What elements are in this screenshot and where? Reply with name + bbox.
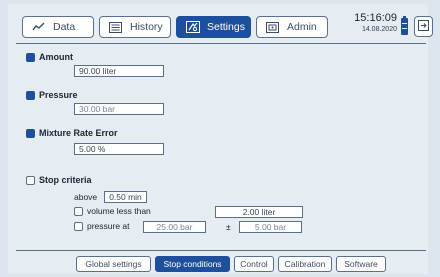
pressure-at-checkbox[interactable] [74, 221, 83, 231]
volume-option[interactable]: volume less than [74, 206, 151, 216]
tab-admin[interactable]: Admin [256, 16, 328, 38]
volume-checkbox[interactable] [74, 206, 83, 216]
tab-control[interactable]: Control [234, 256, 274, 272]
logout-icon [418, 18, 429, 36]
battery-icon [401, 16, 408, 35]
tolerance-symbol: ± [226, 222, 231, 232]
above-label: above [74, 192, 98, 202]
mixture-section[interactable]: Mixture Rate Error [26, 128, 118, 138]
list-icon [108, 21, 123, 34]
tab-global-settings[interactable]: Global settings [76, 256, 151, 272]
logout-button[interactable] [414, 16, 433, 37]
tolerance-input[interactable]: 5.00 bar [239, 221, 302, 233]
settings-screen [8, 4, 428, 274]
tab-settings[interactable]: Settings [176, 16, 251, 38]
stop-checkbox[interactable] [26, 175, 35, 185]
tab-history-label: History [130, 21, 163, 33]
amount-section[interactable]: Amount [26, 52, 73, 62]
admin-icon [265, 21, 280, 34]
chart-line-icon [31, 21, 46, 34]
above-input[interactable]: 0.50 min [104, 191, 147, 203]
status-clock: 15:16:09 14.08.2020 [353, 12, 397, 34]
pressure-at-option[interactable]: pressure at [74, 221, 130, 231]
stop-title: Stop criteria [39, 175, 92, 185]
tab-admin-label: Admin [287, 21, 317, 33]
mixture-title: Mixture Rate Error [39, 128, 118, 138]
volume-input[interactable]: 2.00 liter [215, 206, 303, 218]
mixture-input[interactable]: 5.00 % [74, 143, 164, 155]
amount-input[interactable]: 90.00 liter [74, 65, 164, 77]
tab-calibration[interactable]: Calibration [278, 256, 332, 272]
tab-history[interactable]: History [99, 16, 171, 38]
clock-time: 15:16:09 [354, 12, 397, 24]
tab-software[interactable]: Software [336, 256, 386, 272]
tab-settings-label: Settings [207, 21, 245, 33]
tab-data-label: Data [53, 21, 76, 33]
settings-icon [185, 21, 200, 34]
footer-divider [16, 250, 426, 251]
amount-title: Amount [39, 52, 73, 62]
pressure-input[interactable]: 30.00 bar [74, 103, 164, 115]
pressure-section[interactable]: Pressure [26, 90, 78, 100]
tab-stop-conditions[interactable]: Stop conditions [155, 256, 230, 272]
amount-checkbox[interactable] [26, 52, 35, 62]
pressure-title: Pressure [39, 90, 78, 100]
stop-section[interactable]: Stop criteria [26, 175, 92, 185]
pressure-at-label: pressure at [87, 221, 130, 231]
volume-label: volume less than [87, 206, 151, 216]
pressure-at-input[interactable]: 25.00 bar [143, 221, 206, 233]
tab-data[interactable]: Data [22, 16, 94, 38]
header-divider [16, 43, 426, 44]
clock-date: 14.08.2020 [361, 26, 397, 33]
mixture-checkbox[interactable] [26, 128, 35, 138]
pressure-checkbox[interactable] [26, 90, 35, 100]
